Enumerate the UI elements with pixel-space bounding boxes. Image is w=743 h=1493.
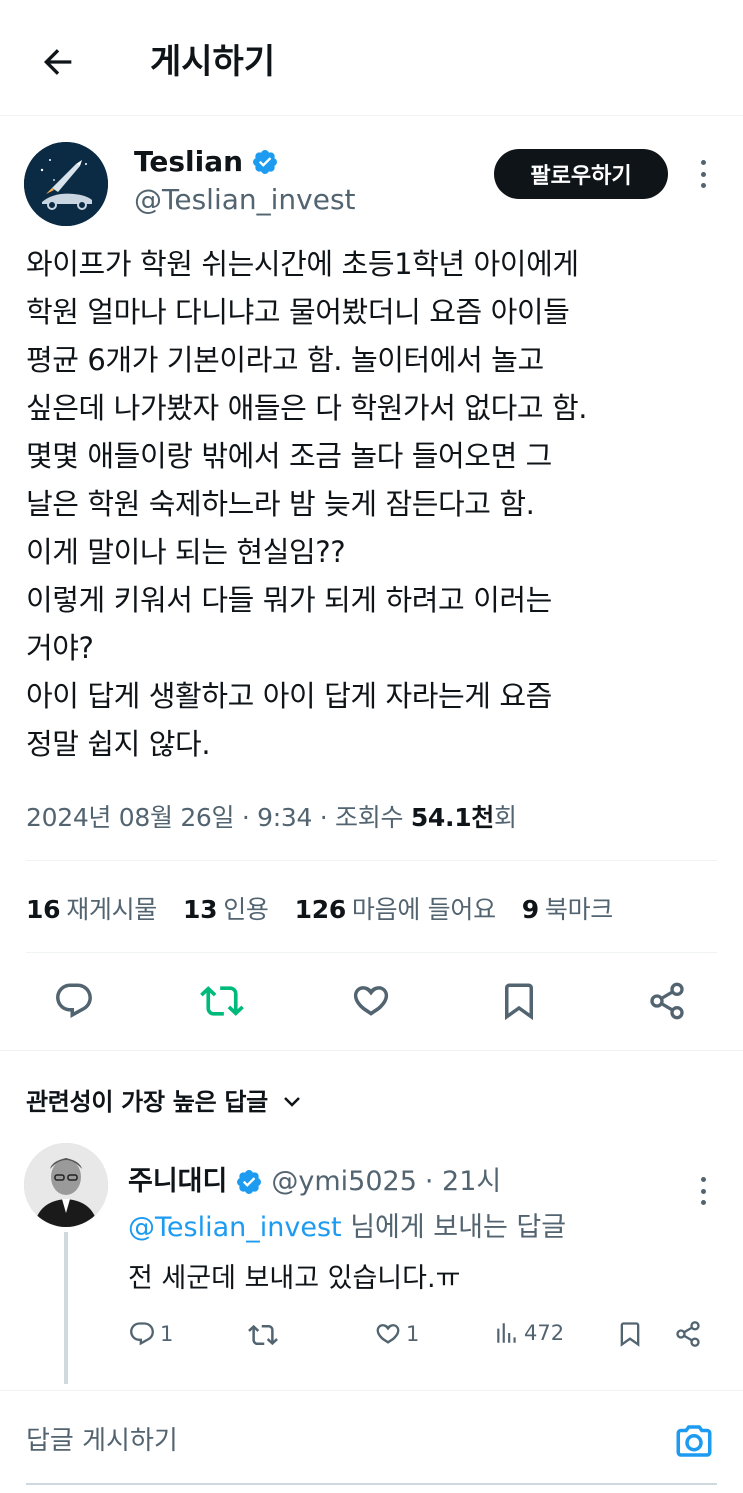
views-count[interactable]: 54.1천 — [411, 803, 494, 832]
like-button[interactable] — [348, 978, 394, 1024]
arrow-left-icon — [44, 49, 72, 75]
avatar[interactable] — [24, 1143, 108, 1227]
quotes-count: 13 — [183, 895, 218, 924]
divider — [26, 952, 717, 953]
reply-body: 전 세군데 보내고 있습니다.ㅠ — [128, 1263, 461, 1294]
mention-link[interactable]: @Teslian_invest — [128, 1212, 342, 1243]
tweet-body: 와이프가 학원 쉬는시간에 초등1학년 아이에게 학원 얼마나 다니냐고 물어봤… — [26, 247, 588, 761]
dot-icon — [700, 171, 706, 177]
likes-stat[interactable]: 126 마음에 들어요 — [295, 890, 496, 926]
bookmarks-label: 북마크 — [544, 895, 613, 924]
reply-repost-button[interactable] — [248, 1320, 282, 1350]
repost-icon — [200, 986, 244, 1016]
repost-icon — [248, 1324, 278, 1346]
author-name-row[interactable]: Teslian — [134, 144, 279, 180]
reposts-count: 16 — [26, 895, 61, 924]
replying-to-suffix: 님에게 보내는 답글 — [341, 1212, 567, 1243]
reply-comment-button[interactable]: 1 — [128, 1320, 173, 1348]
timestamp-views-text: 2024년 08월 26일 · 9:34 · 조회수 — [26, 803, 411, 832]
reply-sort-dropdown[interactable]: 관련성이 가장 높은 답글 — [26, 1080, 304, 1124]
sort-label: 관련성이 가장 높은 답글 — [26, 1088, 268, 1116]
section-divider — [0, 1050, 743, 1051]
repost-button[interactable] — [199, 978, 245, 1024]
camera-button[interactable] — [670, 1419, 718, 1463]
views-chart-icon — [497, 1323, 516, 1343]
tweet-author: Teslian @Teslian_invest 팔로우하기 — [0, 138, 743, 228]
bookmarks-count: 9 — [521, 895, 539, 924]
comment-icon — [56, 983, 92, 1018]
reply-like-button[interactable]: 1 — [374, 1320, 419, 1348]
bookmark-button[interactable] — [496, 978, 542, 1024]
share-button[interactable] — [644, 978, 690, 1024]
reposts-label: 재게시물 — [66, 895, 158, 924]
dot-icon — [700, 183, 706, 188]
thread-line — [64, 1232, 68, 1384]
likes-count: 126 — [294, 895, 347, 924]
verified-badge-icon — [237, 1170, 262, 1194]
reply-share-button[interactable] — [674, 1320, 702, 1348]
reply-author-name[interactable]: 주니대디 — [128, 1162, 227, 1202]
tweet-meta: 2024년 08월 26일 · 9:34 · 조회수 54.1천회 — [26, 798, 517, 838]
divider — [26, 860, 717, 861]
reply-more-button[interactable] — [688, 1174, 718, 1208]
bookmark-icon — [620, 1322, 640, 1347]
camera-icon — [676, 1425, 712, 1457]
share-icon — [650, 982, 684, 1020]
reply-time: · 21시 — [424, 1166, 502, 1197]
portrait-icon — [24, 1143, 108, 1227]
reply-action-bar: 1 1 472 — [128, 1314, 708, 1358]
follow-button[interactable]: 팔로우하기 — [494, 149, 668, 199]
reply-button[interactable] — [51, 978, 97, 1024]
heart-icon — [353, 986, 389, 1016]
views-suffix: 회 — [494, 803, 517, 832]
reply-views-button[interactable]: 472 — [494, 1320, 564, 1346]
comment-icon — [130, 1322, 154, 1346]
share-icon — [676, 1321, 700, 1347]
tweet-action-bar — [0, 968, 743, 1034]
bookmark-icon — [505, 983, 533, 1021]
dot-icon — [700, 160, 706, 165]
replying-to: @Teslian_invest 님에게 보내는 답글 — [128, 1208, 566, 1248]
chevron-down-icon — [284, 1097, 300, 1107]
likes-label: 마음에 들어요 — [351, 895, 496, 924]
quotes-stat[interactable]: 13 인용 — [183, 890, 269, 926]
heart-icon — [376, 1324, 400, 1344]
author-name: Teslian — [134, 145, 244, 178]
bookmarks-stat[interactable]: 9 북마크 — [521, 890, 614, 926]
reply-views-count: 472 — [524, 1321, 565, 1345]
input-underline — [26, 1483, 717, 1485]
reply-input[interactable]: 답글 게시하기 — [26, 1419, 626, 1463]
top-bar: 게시하기 — [0, 0, 743, 116]
more-options-button[interactable] — [688, 156, 718, 192]
reply-composer: 답글 게시하기 — [0, 1390, 743, 1493]
dot-icon — [700, 1188, 706, 1194]
quotes-label: 인용 — [223, 895, 269, 924]
back-button[interactable] — [34, 38, 82, 86]
avatar[interactable] — [24, 142, 108, 226]
reply-bookmark-button[interactable] — [616, 1320, 644, 1348]
verified-badge-icon — [253, 150, 278, 174]
reposts-stat[interactable]: 16 재게시물 — [26, 890, 157, 926]
reply-author-handle[interactable]: @ymi5025 — [271, 1162, 417, 1202]
reply-item[interactable]: 주니대디 @ymi5025 · 21시 @Teslian_invest 님에게 … — [0, 1140, 743, 1390]
reply-like-count: 1 — [406, 1322, 420, 1346]
author-handle[interactable]: @Teslian_invest — [134, 182, 356, 218]
engagement-stats: 16 재게시물 13 인용 126 마음에 들어요 9 북마크 — [26, 884, 613, 932]
page-title: 게시하기 — [150, 42, 276, 82]
dot-icon — [700, 1177, 706, 1182]
reply-header: 주니대디 @ymi5025 · 21시 — [128, 1162, 501, 1202]
reply-comment-count: 1 — [160, 1322, 174, 1346]
dot-icon — [700, 1200, 706, 1205]
rocket-car-logo-icon — [24, 142, 108, 226]
